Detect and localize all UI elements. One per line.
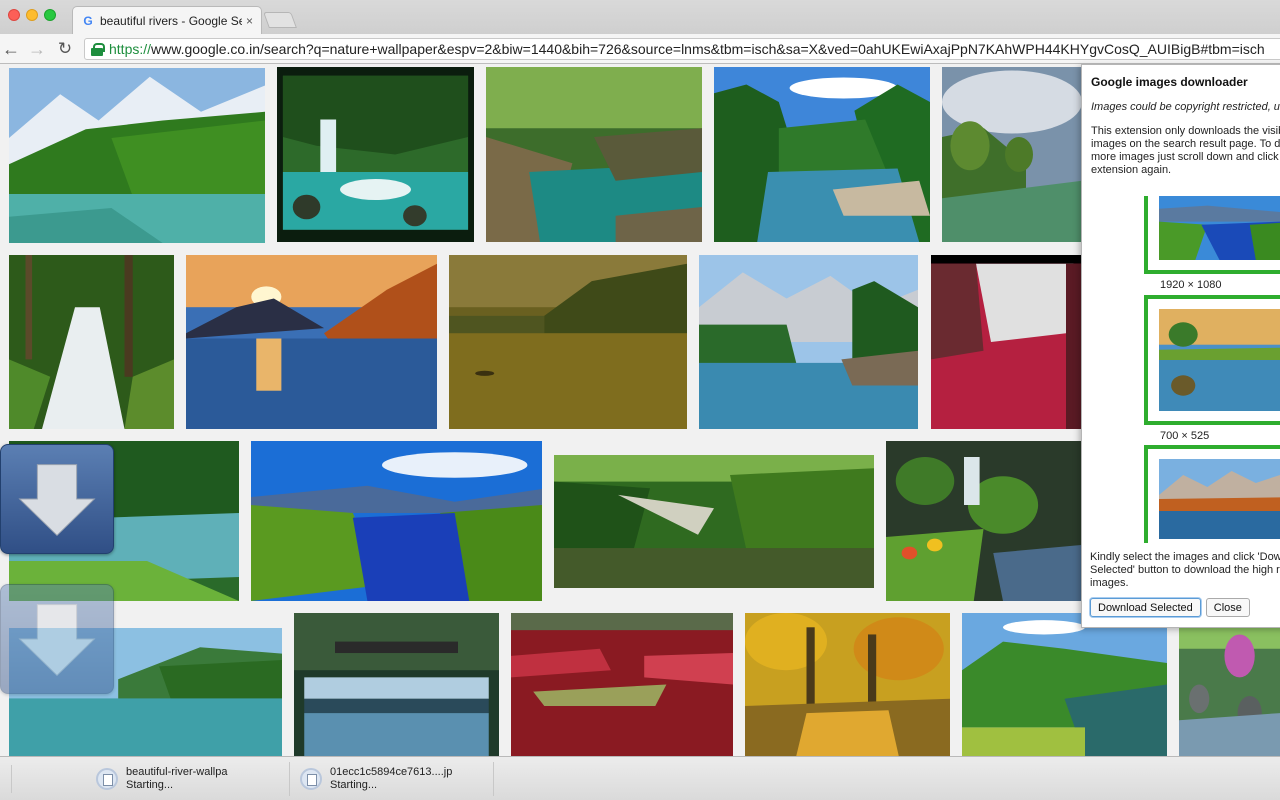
candidate-size-label: 700 × 525 xyxy=(1160,430,1210,442)
candidate-size-label: 1920 × 1080 xyxy=(1160,279,1222,291)
image-result[interactable] xyxy=(942,67,1082,242)
image-result[interactable] xyxy=(931,255,1081,429)
image-result[interactable] xyxy=(745,613,950,756)
image-result[interactable] xyxy=(1179,613,1280,756)
browser-tab-bar: G beautiful rivers - Google Se × xyxy=(0,0,1280,34)
file-icon xyxy=(300,768,322,790)
image-result[interactable] xyxy=(511,613,733,756)
candidate-image[interactable] xyxy=(1159,196,1280,260)
candidate-image[interactable] xyxy=(1159,459,1280,539)
image-result[interactable] xyxy=(714,67,930,242)
image-result[interactable] xyxy=(251,441,542,601)
download-arrow-icon[interactable] xyxy=(0,444,114,554)
download-item-text: 01ecc1c5894ce7613....jp Starting... xyxy=(330,766,452,792)
url-path: www.google.co.in/search?q=nature+wallpap… xyxy=(151,41,1265,57)
image-result[interactable] xyxy=(486,67,702,242)
file-icon xyxy=(96,768,118,790)
tab-close-icon[interactable]: × xyxy=(246,14,253,28)
back-icon[interactable]: ← xyxy=(0,38,22,60)
download-arrow-icon[interactable] xyxy=(0,584,114,694)
reload-icon[interactable]: ↻ xyxy=(54,38,76,60)
download-status: Starting... xyxy=(126,779,174,791)
download-shelf-stub xyxy=(0,765,12,793)
download-item[interactable]: beautiful-river-wallpa Starting... xyxy=(90,762,290,796)
popup-title: Google images downloader xyxy=(1091,75,1248,89)
download-filename: 01ecc1c5894ce7613....jp xyxy=(330,766,453,778)
popup-instruction-text: Kindly select the images and click 'Down… xyxy=(1090,551,1280,589)
new-tab-button[interactable] xyxy=(263,12,297,28)
candidate-image[interactable] xyxy=(1159,309,1280,411)
google-favicon-icon: G xyxy=(83,13,93,28)
image-result[interactable] xyxy=(962,613,1167,756)
address-bar[interactable]: https://www.google.co.in/search?q=nature… xyxy=(84,38,1280,60)
popup-info-text: This extension only downloads the visibl… xyxy=(1091,125,1280,176)
download-item-text: beautiful-river-wallpa Starting... xyxy=(126,766,228,792)
download-item[interactable]: 01ecc1c5894ce7613....jp Starting... xyxy=(294,762,494,796)
image-result[interactable] xyxy=(699,255,918,429)
image-result[interactable] xyxy=(554,455,874,588)
window-close-button[interactable] xyxy=(8,9,20,21)
forward-icon[interactable]: → xyxy=(26,38,48,60)
window-minimize-button[interactable] xyxy=(26,9,38,21)
copyright-warning: Images could be copyright restricted, us… xyxy=(1091,101,1280,113)
download-status: Starting... xyxy=(330,779,378,791)
image-result[interactable] xyxy=(449,255,687,429)
url-text: https://www.google.co.in/search?q=nature… xyxy=(109,41,1265,57)
download-filename: beautiful-river-wallpa xyxy=(126,766,228,778)
tab-title: beautiful rivers - Google Se xyxy=(100,13,242,28)
image-result[interactable] xyxy=(9,255,174,429)
download-shelf: beautiful-river-wallpa Starting... 01ecc… xyxy=(0,756,1280,800)
url-scheme: https:// xyxy=(109,41,152,57)
image-result[interactable] xyxy=(277,67,474,242)
browser-toolbar: ← → ↻ https://www.google.co.in/search?q=… xyxy=(0,34,1280,64)
image-result[interactable] xyxy=(9,68,265,243)
lock-icon xyxy=(91,43,105,56)
image-result[interactable] xyxy=(886,441,1081,601)
window-maximize-button[interactable] xyxy=(44,9,56,21)
image-result[interactable] xyxy=(294,613,499,756)
download-selected-button[interactable]: Download Selected xyxy=(1090,598,1201,617)
close-button[interactable]: Close xyxy=(1205,598,1250,617)
image-result[interactable] xyxy=(186,255,437,429)
browser-tab[interactable]: G beautiful rivers - Google Se × xyxy=(72,6,262,34)
popup-buttons: Download Selected Close xyxy=(1090,598,1250,617)
